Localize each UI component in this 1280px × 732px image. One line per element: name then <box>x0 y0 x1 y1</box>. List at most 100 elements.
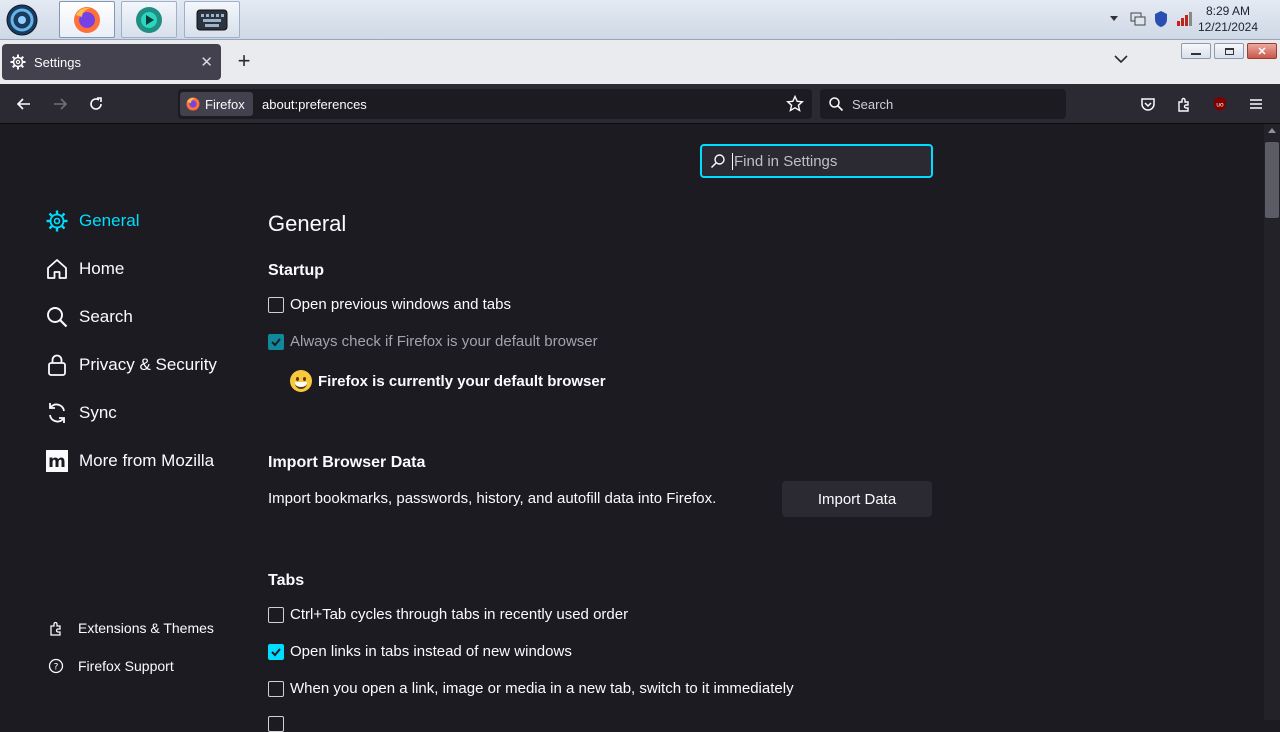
next-option-partial[interactable] <box>268 716 290 732</box>
open-previous-windows-option[interactable]: Open previous windows and tabs <box>268 296 511 313</box>
scrollbar-thumb[interactable] <box>1265 142 1279 218</box>
reload-icon <box>90 97 102 110</box>
clock-time: 8:29 AM <box>1205 4 1250 18</box>
system-clock[interactable]: 8:29 AM 12/21/2024 <box>1198 3 1258 35</box>
puzzle-icon <box>46 618 66 638</box>
taskbar-firefox-button[interactable] <box>59 1 115 38</box>
help-icon: ? <box>46 656 66 676</box>
open-links-in-tabs-option[interactable]: Open links in tabs instead of new window… <box>268 643 572 660</box>
firefox-icon <box>74 6 100 33</box>
arrow-right-icon <box>54 98 68 110</box>
option-label: Ctrl+Tab cycles through tabs in recently… <box>290 606 629 623</box>
gear-icon <box>10 54 26 70</box>
url-bar[interactable]: Firefox about:preferences <box>178 89 812 119</box>
restore-button[interactable] <box>1214 43 1244 59</box>
extensions-button[interactable] <box>1174 94 1194 114</box>
gear-icon <box>44 208 70 234</box>
category-sync[interactable]: Sync <box>44 400 117 426</box>
app-menu-button[interactable] <box>1246 94 1266 114</box>
switch-to-new-tab-option[interactable]: When you open a link, image or media in … <box>268 680 794 697</box>
identity-label: Firefox <box>205 96 245 112</box>
import-data-button[interactable]: Import Data <box>782 481 932 517</box>
tab-strip: Settings ✕ <box>0 40 1280 84</box>
lock-icon <box>44 352 70 378</box>
import-heading: Import Browser Data <box>268 454 426 471</box>
preferences-content: General Home Search Privacy & Security S… <box>0 124 1264 732</box>
network-icon[interactable] <box>1130 11 1146 27</box>
tab-title: Settings <box>34 54 81 70</box>
default-browser-text: Firefox is currently your default browse… <box>318 372 606 390</box>
taskbar-app2-button[interactable] <box>121 1 177 38</box>
os-taskbar: 8:29 AM 12/21/2024 <box>0 0 1280 40</box>
category-general[interactable]: General <box>44 208 139 234</box>
back-button[interactable] <box>14 94 34 114</box>
ctrl-tab-checkbox[interactable] <box>268 606 284 623</box>
find-in-settings-input[interactable] <box>732 152 922 170</box>
switch-new-tab-checkbox[interactable] <box>268 680 284 697</box>
hamburger-menu-icon <box>1250 99 1262 109</box>
taskbar-app3-button[interactable] <box>184 1 240 38</box>
search-icon <box>710 154 725 169</box>
firefox-support-link[interactable]: ? Firefox Support <box>46 656 174 676</box>
signal-icon[interactable] <box>1176 11 1194 27</box>
option-label: Always check if Firefox is your default … <box>290 333 598 350</box>
puzzle-icon <box>1178 97 1189 112</box>
reload-button[interactable] <box>86 94 106 114</box>
always-check-default-option[interactable]: Always check if Firefox is your default … <box>268 333 598 350</box>
minimize-button[interactable] <box>1181 43 1211 59</box>
pocket-icon <box>1141 98 1155 111</box>
always-check-checkbox[interactable] <box>268 333 284 350</box>
new-tab-button[interactable]: + <box>232 50 256 74</box>
checkmark-icon <box>271 647 281 656</box>
search-icon <box>829 97 844 112</box>
tray-expand-icon[interactable] <box>1110 16 1118 21</box>
search-placeholder: Search <box>852 96 894 112</box>
media-player-icon <box>136 6 162 33</box>
list-all-tabs-icon[interactable] <box>1114 54 1128 64</box>
scroll-up-arrow-icon[interactable] <box>1268 128 1276 133</box>
page-title: General <box>268 211 347 236</box>
default-browser-status: Firefox is currently your default browse… <box>290 370 606 392</box>
category-home[interactable]: Home <box>44 256 124 282</box>
start-button[interactable] <box>4 3 40 37</box>
category-label: More from Mozilla <box>79 451 215 470</box>
ublock-icon: uo <box>1214 97 1226 111</box>
open-previous-checkbox[interactable] <box>268 296 284 313</box>
open-links-checkbox[interactable] <box>268 643 284 660</box>
option-label: When you open a link, image or media in … <box>290 680 794 697</box>
identity-box[interactable]: Firefox <box>180 92 253 116</box>
tab-close-icon[interactable]: ✕ <box>200 53 213 71</box>
arrow-left-icon <box>16 98 30 110</box>
footer-label: Firefox Support <box>78 658 174 674</box>
startup-heading: Startup <box>268 262 324 279</box>
minimize-icon <box>1191 52 1201 55</box>
import-description: Import bookmarks, passwords, history, an… <box>268 490 717 507</box>
category-label: Privacy & Security <box>79 355 217 374</box>
ctrl-tab-option[interactable]: Ctrl+Tab cycles through tabs in recently… <box>268 606 628 623</box>
category-search[interactable]: Search <box>44 304 133 330</box>
search-icon <box>44 304 70 330</box>
pocket-button[interactable] <box>1138 94 1158 114</box>
forward-button[interactable] <box>50 94 70 114</box>
category-label: General <box>79 211 140 230</box>
search-bar[interactable]: Search <box>820 89 1066 119</box>
category-privacy[interactable]: Privacy & Security <box>44 352 217 378</box>
extensions-themes-link[interactable]: Extensions & Themes <box>46 618 214 638</box>
tabs-heading: Tabs <box>268 572 305 589</box>
svg-text:uo: uo <box>1216 102 1224 109</box>
category-label: Home <box>79 259 125 278</box>
option-label: Open previous windows and tabs <box>290 296 511 313</box>
url-text[interactable]: about:preferences <box>262 97 367 112</box>
mozilla-icon: m <box>44 448 70 474</box>
svg-text:?: ? <box>54 663 59 673</box>
smiley-icon <box>290 370 312 392</box>
find-in-settings-box[interactable] <box>700 144 933 178</box>
category-more-from-mozilla[interactable]: m More from Mozilla <box>44 448 214 474</box>
bookmark-star-icon[interactable] <box>786 95 804 113</box>
ublock-button[interactable]: uo <box>1210 94 1230 114</box>
shield-icon[interactable] <box>1154 10 1168 28</box>
tab-settings[interactable]: Settings ✕ <box>2 44 221 80</box>
option-label: Open links in tabs instead of new window… <box>290 643 572 660</box>
close-window-button[interactable]: ✕ <box>1247 43 1277 59</box>
partial-checkbox[interactable] <box>268 716 284 732</box>
